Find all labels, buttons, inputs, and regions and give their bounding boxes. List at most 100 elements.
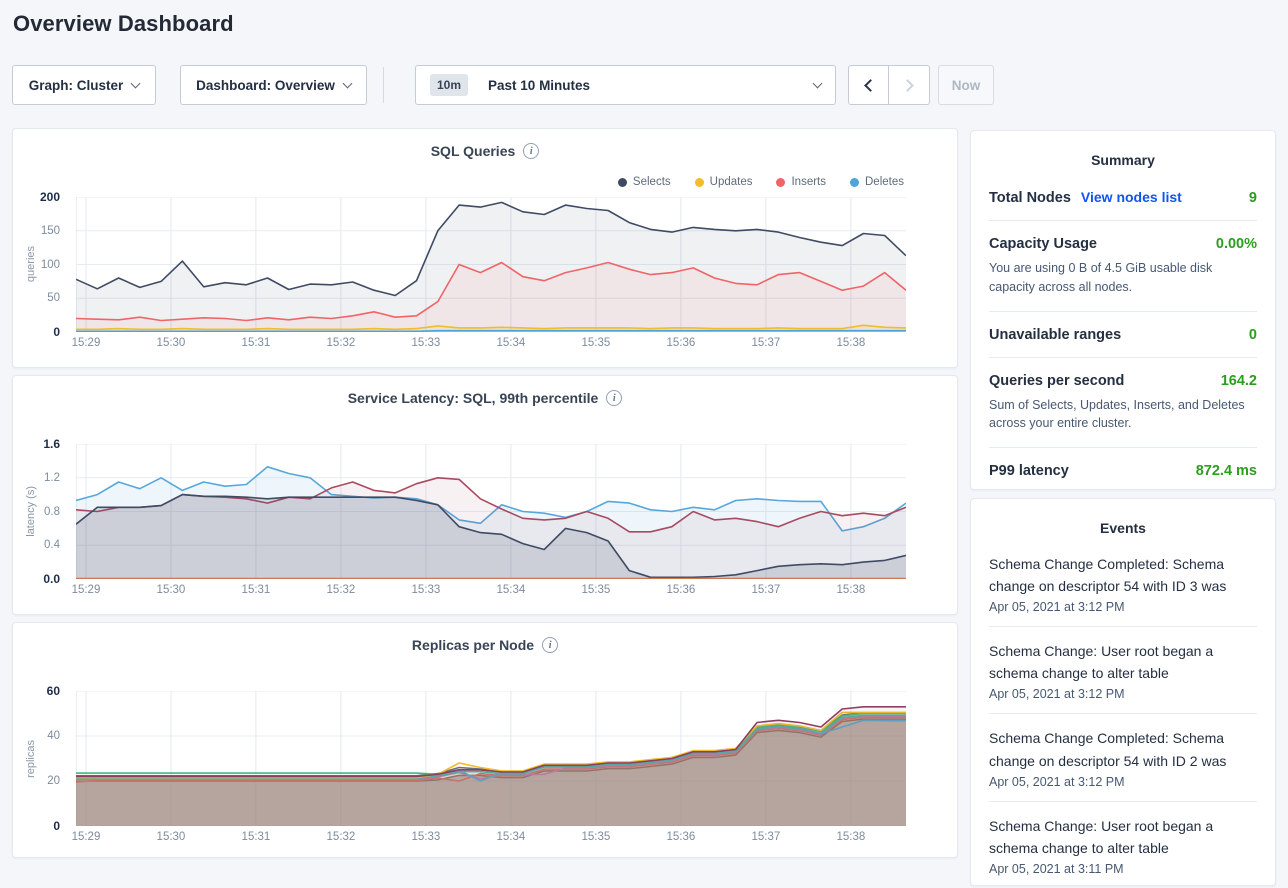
legend-dot-icon [618,178,627,187]
chevron-right-icon [901,79,914,92]
x-tick-label: 15:38 [836,584,865,596]
summary-value: 164.2 [1221,373,1257,389]
summary-row-capacity-usage: Capacity Usage 0.00% You are using 0 B o… [989,221,1257,312]
x-tick-label: 15:34 [497,584,526,596]
info-icon[interactable]: i [606,390,622,406]
x-tick-label: 15:30 [157,831,186,843]
y-tick-label: 0.4 [44,539,60,551]
event-item[interactable]: Schema Change: User root began a schema … [989,802,1257,888]
view-nodes-list-link[interactable]: View nodes list [1081,189,1182,205]
y-tick-label: 0.0 [43,572,60,586]
time-range-label: Past 10 Minutes [488,78,590,93]
summary-row-p99-latency: P99 latency 872.4 ms [989,448,1257,493]
x-tick-label: 15:37 [752,831,781,843]
summary-row-total-nodes: Total Nodes View nodes list 9 [989,174,1257,221]
chart-card-sql-queries: SQL Queries i Selects Updates Inserts Delet… [12,128,958,368]
summary-value: 872.4 ms [1196,463,1257,479]
chevron-down-icon [342,78,352,88]
summary-panel: Summary Total Nodes View nodes list 9 Ca… [970,130,1276,490]
x-tick-label: 15:38 [836,337,865,349]
summary-label: Queries per second [989,373,1124,389]
y-tick-label: 0.8 [44,506,60,518]
chart-title: SQL Queries [431,143,516,159]
dashboard-selector-dropdown[interactable]: Dashboard: Overview [180,65,367,105]
summary-row-unavailable-ranges: Unavailable ranges 0 [989,312,1257,358]
legend-dot-icon [776,178,785,187]
chart-plot[interactable] [76,444,906,579]
x-axis-ticks: 15:2915:3015:3115:3215:3315:3415:3515:36… [76,831,906,847]
summary-label: Unavailable ranges [989,327,1121,343]
page-title: Overview Dashboard [13,11,234,37]
x-tick-label: 15:29 [72,584,101,596]
chart-plot[interactable] [76,691,906,826]
x-axis-ticks: 15:2915:3015:3115:3215:3315:3415:3515:36… [76,337,906,353]
y-tick-label: 0 [53,819,60,833]
chart-card-replicas-per-node: Replicas per Node i replicas 6040200 15:… [12,622,958,858]
x-axis-ticks: 15:2915:3015:3115:3215:3315:3415:3515:36… [76,584,906,600]
time-prev-button[interactable] [848,65,889,105]
y-tick-label: 200 [40,190,60,204]
y-tick-label: 20 [47,775,60,787]
summary-label: Capacity Usage [989,236,1097,252]
y-tick-label: 100 [41,259,60,271]
event-text: Schema Change: User root began a schema … [989,640,1257,684]
x-tick-label: 15:34 [497,831,526,843]
info-icon[interactable]: i [523,143,539,159]
legend-item-deletes[interactable]: Deletes [850,176,904,188]
y-axis-ticks: 200150100500 [13,197,69,332]
y-tick-label: 60 [47,684,60,698]
y-tick-label: 50 [47,292,60,304]
toolbar-divider [383,67,384,103]
y-axis-ticks: 6040200 [13,691,69,826]
event-item[interactable]: Schema Change Completed: Schema change o… [989,540,1257,627]
x-tick-label: 15:37 [752,337,781,349]
summary-title: Summary [971,131,1275,168]
chevron-down-icon [813,78,823,88]
x-tick-label: 15:35 [582,831,611,843]
event-text: Schema Change Completed: Schema change o… [989,727,1257,771]
time-range-picker[interactable]: 10m Past 10 Minutes [415,65,836,105]
x-tick-label: 15:37 [752,584,781,596]
chart-plot[interactable] [76,197,906,332]
now-button[interactable]: Now [938,65,994,105]
info-icon[interactable]: i [542,637,558,653]
legend-label: Updates [710,176,753,188]
events-panel: Events Schema Change Completed: Schema c… [970,498,1276,886]
x-tick-label: 15:38 [836,831,865,843]
graph-selector-dropdown[interactable]: Graph: Cluster [12,65,156,105]
time-next-button[interactable] [889,65,930,105]
series-area-node-purple [76,707,906,826]
event-item[interactable]: Schema Change Completed: Schema change o… [989,714,1257,801]
x-tick-label: 15:29 [72,831,101,843]
events-title: Events [971,499,1275,536]
summary-value: 0 [1249,327,1257,343]
x-tick-label: 15:33 [412,337,441,349]
x-tick-label: 15:36 [667,337,696,349]
x-tick-label: 15:34 [497,337,526,349]
summary-value: 9 [1249,190,1257,206]
summary-description: Sum of Selects, Updates, Inserts, and De… [989,396,1257,434]
legend-item-inserts[interactable]: Inserts [776,176,826,188]
x-tick-label: 15:30 [157,584,186,596]
y-tick-label: 1.6 [43,437,60,451]
legend-label: Deletes [865,176,904,188]
legend-dot-icon [695,178,704,187]
legend-item-selects[interactable]: Selects [618,176,671,188]
event-timestamp: Apr 05, 2021 at 3:12 PM [989,600,1257,614]
y-tick-label: 40 [47,730,60,742]
chevron-left-icon [864,79,877,92]
legend-item-updates[interactable]: Updates [695,176,753,188]
event-text: Schema Change Completed: Schema change o… [989,553,1257,597]
x-tick-label: 15:32 [327,831,356,843]
x-tick-label: 15:35 [582,337,611,349]
x-tick-label: 15:30 [157,337,186,349]
event-item[interactable]: Schema Change: User root began a schema … [989,627,1257,714]
y-axis-ticks: 1.61.20.80.40.0 [13,444,69,579]
x-tick-label: 15:32 [327,337,356,349]
event-timestamp: Apr 05, 2021 at 3:11 PM [989,862,1257,876]
y-tick-label: 1.2 [44,472,60,484]
summary-value: 0.00% [1216,236,1257,252]
chart-card-service-latency: Service Latency: SQL, 99th percentile i … [12,375,958,615]
chevron-down-icon [131,78,141,88]
legend-label: Inserts [791,176,826,188]
